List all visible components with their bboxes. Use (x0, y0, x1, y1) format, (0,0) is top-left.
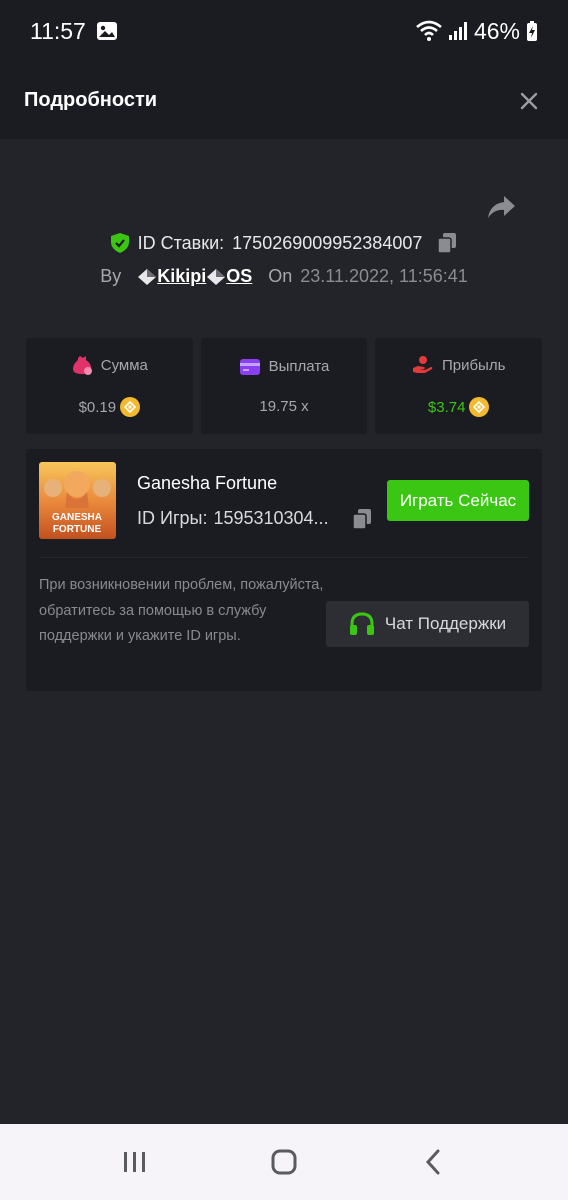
verified-shield-icon (110, 233, 129, 253)
coin-icon (120, 397, 141, 417)
stat-card-amount: Сумма $0.19 (26, 338, 193, 434)
thumb-title-1: GANESHA (52, 512, 102, 523)
headset-icon (349, 612, 374, 635)
money-bag-icon (72, 356, 92, 375)
bet-id-label: ID Ставки: (137, 232, 225, 253)
battery-charging-icon (527, 21, 537, 41)
game-id-value: 1595310304... (213, 508, 329, 528)
bet-datetime: 23.11.2022, 11:56:41 (300, 266, 468, 286)
on-label: On (268, 266, 293, 286)
coin-icon (469, 397, 490, 417)
back-button[interactable] (408, 1142, 458, 1182)
username-text: Kikipi (157, 266, 207, 286)
stat-card-payout: Выплата 19.75 x (200, 338, 368, 434)
signal-icon (448, 22, 467, 40)
stat-value: 19.75 x (259, 397, 309, 415)
diamond-icon (138, 268, 157, 285)
hand-coin-icon (412, 356, 433, 373)
status-bar: 11:57 46% (0, 0, 568, 62)
divider (39, 557, 529, 558)
username-suffix: OS (226, 266, 253, 286)
battery-percent: 46% (473, 17, 520, 44)
card-icon (239, 358, 260, 375)
copy-icon[interactable] (436, 232, 458, 254)
support-help-text: При возникновении проблем, пожалуйста, о… (39, 577, 324, 644)
play-now-button[interactable]: Играть Сейчас (387, 480, 529, 521)
username-link[interactable]: Kikipi OS (137, 266, 252, 287)
bet-author-row: By Kikipi OS On 23.11.2022, 11:56:41 (0, 266, 568, 287)
stat-card-profit: Прибыль $3.74 (375, 338, 543, 434)
diamond-icon (207, 268, 226, 285)
home-icon (271, 1149, 297, 1175)
recent-apps-icon (123, 1152, 145, 1172)
system-nav-bar (0, 1124, 568, 1200)
share-icon[interactable] (484, 190, 518, 224)
game-id-label: ID Игры: (137, 508, 208, 528)
status-time: 11:57 (30, 17, 86, 44)
close-button[interactable] (514, 86, 544, 116)
game-thumbnail[interactable]: GANESHA FORTUNE (39, 462, 116, 539)
bet-id-value: 1750269009952384007 (232, 232, 423, 253)
bet-stats: Сумма $0.19 Выплата 19.75 x Прибыль $3.7… (26, 338, 543, 434)
stat-label: Выплата (268, 358, 330, 375)
details-header: Подробности (0, 62, 568, 139)
stat-label: Прибыль (441, 356, 506, 374)
support-chat-label: Чат Поддержки (384, 614, 507, 633)
game-card: GANESHA FORTUNE Ganesha Fortune ID Игры:… (26, 449, 542, 691)
by-label: By (100, 266, 122, 286)
stat-label: Сумма (100, 356, 148, 374)
bet-id-row: ID Ставки: 1750269009952384007 (0, 232, 568, 254)
close-icon (520, 92, 538, 109)
stat-value: $3.74 (427, 398, 466, 416)
stat-value: $0.19 (78, 398, 117, 416)
recent-apps-button[interactable] (110, 1142, 160, 1182)
status-indicators: 46% (416, 18, 538, 45)
back-icon (426, 1149, 440, 1175)
game-id-row: ID Игры: 1595310304... (137, 508, 329, 529)
gallery-icon (96, 22, 117, 40)
thumb-title-2: FORTUNE (53, 524, 102, 535)
wifi-icon (416, 20, 442, 41)
page-title: Подробности (24, 89, 158, 111)
home-button[interactable] (259, 1142, 309, 1182)
game-name: Ganesha Fortune (137, 473, 278, 493)
copy-icon[interactable] (351, 508, 373, 530)
support-chat-button[interactable]: Чат Поддержки (326, 601, 529, 647)
